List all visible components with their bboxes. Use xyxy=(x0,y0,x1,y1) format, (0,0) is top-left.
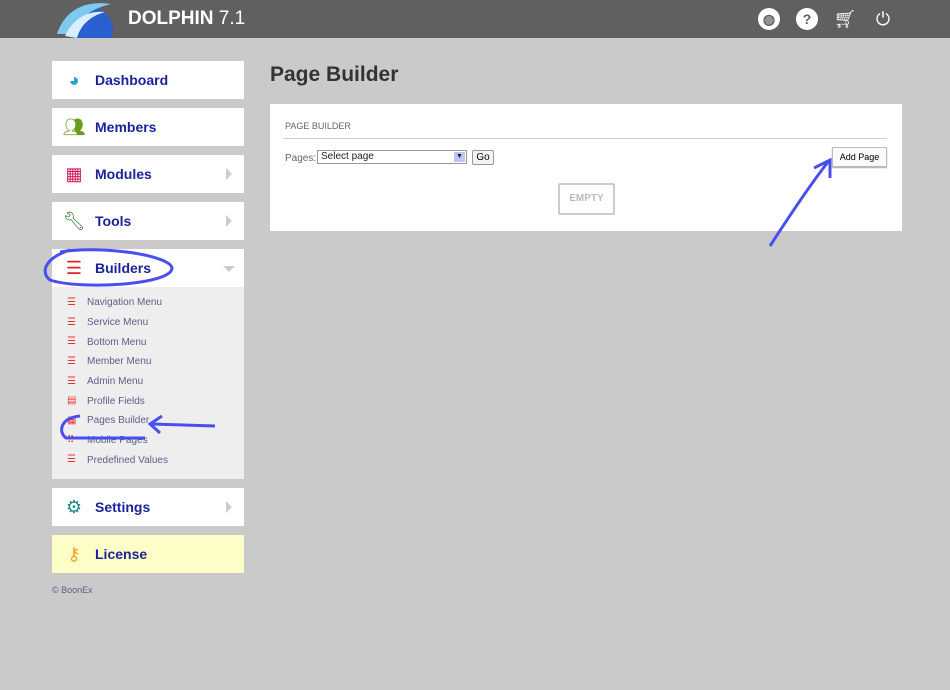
select-value: Select page xyxy=(321,151,374,162)
submenu-item-predefined-values[interactable]: ☰ Predefined Values xyxy=(67,451,244,471)
list-icon: ☰ xyxy=(67,355,76,367)
sidebar-item-label: Builders xyxy=(95,260,152,276)
builders-submenu: ☰ Navigation Menu ☰ Service Menu ☰ Bottom M… xyxy=(52,287,244,479)
sidebar-item-label: Members xyxy=(95,119,157,135)
page-title: Page Builder xyxy=(270,63,399,86)
sidebar-item-label: Settings xyxy=(95,499,151,515)
chevron-right-icon xyxy=(226,215,232,227)
submenu-item-member-menu[interactable]: ☰ Member Menu xyxy=(67,352,244,372)
sidebar-item-tools[interactable]: 🔧︎ Tools xyxy=(52,202,244,240)
grid-icon: ▦ xyxy=(67,414,77,426)
builders-icon: ☰ xyxy=(65,257,83,278)
sidebar-item-modules[interactable]: ▦ Modules xyxy=(52,155,244,193)
sidebar-item-label: Dashboard xyxy=(95,72,169,88)
pages-label: Pages: xyxy=(285,153,317,164)
submenu-item-admin-menu[interactable]: ☰ Admin Menu xyxy=(67,372,244,392)
power-icon[interactable]: ⏻ xyxy=(872,8,894,30)
sidebar-item-license[interactable]: ⚷ License xyxy=(52,535,244,573)
sidebar-item-label: Modules xyxy=(95,166,152,182)
brand-name: DOLPHIN xyxy=(128,8,214,29)
go-button[interactable]: Go xyxy=(472,150,494,165)
grid-dots-icon: ⠿ xyxy=(67,434,75,446)
submenu-label: Member Menu xyxy=(87,356,152,368)
copyright: © BoonEx xyxy=(52,585,93,595)
list-icon: ☰ xyxy=(67,454,76,466)
modules-icon: ▦ xyxy=(65,163,83,184)
sidebar-item-settings[interactable]: ⚙ Settings xyxy=(52,488,244,526)
panel-title: PAGE BUILDER xyxy=(285,121,351,131)
submenu-label: Mobile Pages xyxy=(87,435,148,447)
key-icon: ⚷ xyxy=(67,543,81,564)
sidebar-item-dashboard[interactable]: ◕ Dashboard xyxy=(52,61,244,99)
submenu-label: Predefined Values xyxy=(87,454,168,466)
app-title: DOLPHIN 7.1 xyxy=(128,8,245,30)
submenu-label: Service Menu xyxy=(87,317,149,329)
list-icon: ☰ xyxy=(67,375,76,387)
page-builder-panel: PAGE BUILDER Pages: Select page ▼ Go Add … xyxy=(270,104,902,231)
chevron-down-icon xyxy=(223,266,235,272)
list-icon: ☰ xyxy=(67,316,76,328)
chevron-right-icon xyxy=(226,501,232,513)
submenu-label: Navigation Menu xyxy=(87,297,163,309)
list-icon: ☰ xyxy=(67,296,76,308)
submenu-label: Bottom Menu xyxy=(87,336,147,348)
sidebar-item-members[interactable]: 👥︎ Members xyxy=(52,108,244,146)
gears-icon: ⚙ xyxy=(65,496,83,517)
submenu-item-navigation-menu[interactable]: ☰ Navigation Menu xyxy=(67,293,244,313)
submenu-item-service-menu[interactable]: ☰ Service Menu xyxy=(67,313,244,333)
submenu-label: Profile Fields xyxy=(87,395,145,407)
wrench-icon: 🔧︎ xyxy=(62,210,86,231)
submenu-item-bottom-menu[interactable]: ☰ Bottom Menu xyxy=(67,332,244,352)
sidebar-item-label: Tools xyxy=(95,213,132,229)
pages-select[interactable]: Select page ▼ xyxy=(317,150,467,164)
submenu-item-mobile-pages[interactable]: ⠿ Mobile Pages xyxy=(67,431,244,451)
dolphin-logo xyxy=(57,3,113,38)
chevron-right-icon xyxy=(226,168,232,180)
add-page-button[interactable]: Add Page xyxy=(832,147,887,167)
empty-placeholder: EMPTY xyxy=(558,183,615,215)
chevron-down-icon: ▼ xyxy=(454,152,465,162)
submenu-label: Pages Builder xyxy=(87,415,150,427)
dashboard-icon: ◕ xyxy=(68,69,80,90)
submenu-label: Admin Menu xyxy=(87,376,144,388)
form-icon: ▤ xyxy=(67,395,77,407)
top-bar: DOLPHIN 7.1 ◍ ? 🛒︎ ⏻ xyxy=(0,0,950,38)
sidebar-item-label: License xyxy=(95,546,148,562)
cart-icon[interactable]: 🛒︎ xyxy=(834,8,857,30)
submenu-item-pages-builder[interactable]: ▦ Pages Builder xyxy=(67,411,244,431)
members-icon: 👥︎ xyxy=(62,116,86,137)
version: 7.1 xyxy=(218,8,246,29)
submenu-item-profile-fields[interactable]: ▤ Profile Fields xyxy=(67,391,244,411)
sidebar: ◕ Dashboard 👥︎ Members ▦ Modules 🔧︎ Tools ☰ B… xyxy=(52,61,244,582)
globe-icon[interactable]: ◍ xyxy=(758,8,780,30)
help-icon[interactable]: ? xyxy=(796,8,818,30)
sidebar-item-builders[interactable]: ☰ Builders xyxy=(52,249,244,287)
list-icon: ☰ xyxy=(67,336,76,348)
divider xyxy=(283,138,887,139)
